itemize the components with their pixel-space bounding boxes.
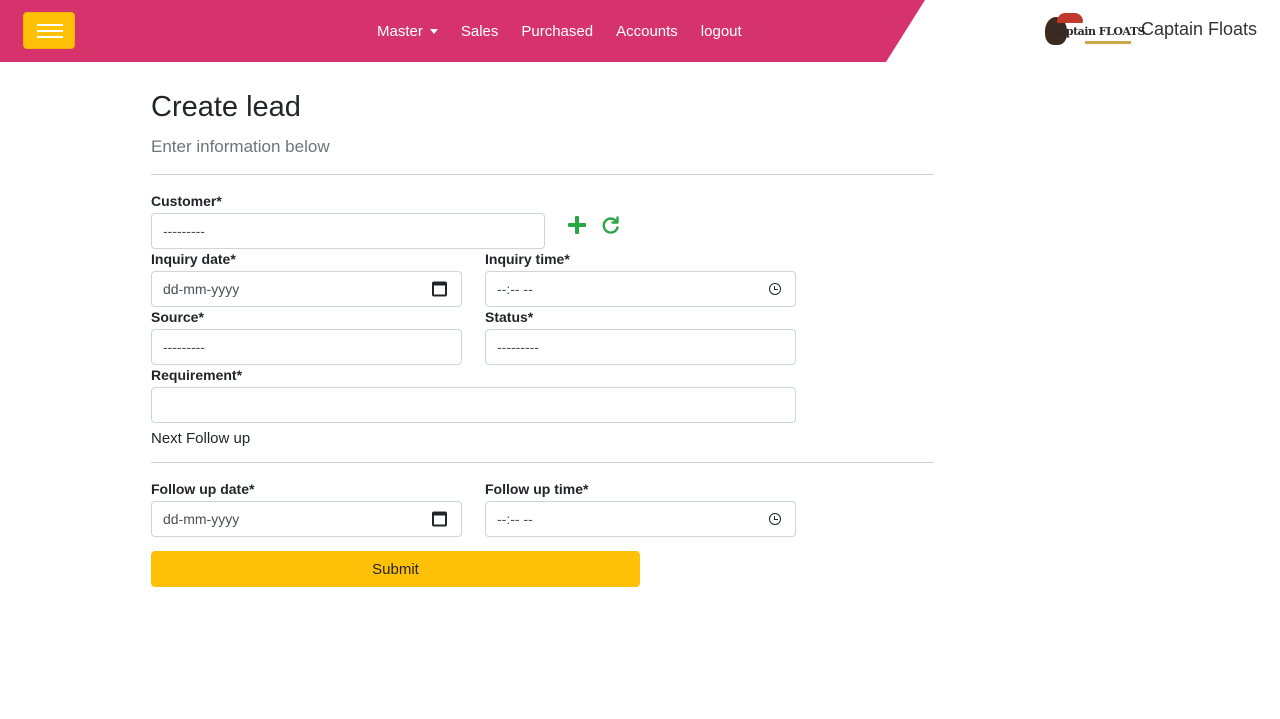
- inquiry-date-value: dd-mm-yyyy: [163, 281, 240, 297]
- nav-link-master-label: Master: [377, 22, 423, 40]
- clock-icon[interactable]: [769, 513, 781, 525]
- calendar-icon[interactable]: [432, 281, 447, 297]
- clock-icon[interactable]: [769, 283, 781, 295]
- divider: [151, 462, 934, 463]
- source-label: Source*: [151, 309, 204, 325]
- logo-text: Captain FLOATS: [1051, 25, 1145, 38]
- nav-link-accounts[interactable]: Accounts: [616, 23, 678, 40]
- inquiry-time-value: --:-- --: [497, 281, 533, 297]
- requirement-input[interactable]: [151, 387, 796, 423]
- hamburger-icon-bar: [37, 30, 63, 32]
- nav-links: Master Sales Purchased Accounts logout: [377, 0, 765, 62]
- hamburger-icon-bar: [37, 36, 63, 38]
- caret-down-icon: [429, 28, 438, 34]
- follow-up-time-label: Follow up time*: [485, 481, 589, 497]
- inquiry-time-label: Inquiry time*: [485, 251, 570, 267]
- source-select-value: ---------: [163, 339, 205, 355]
- inquiry-date-label: Inquiry date*: [151, 251, 236, 267]
- status-label: Status*: [485, 309, 534, 325]
- follow-up-time-input[interactable]: --:-- --: [485, 501, 796, 537]
- logo-hat: [1057, 13, 1083, 23]
- page-subtitle: Enter information below: [151, 137, 330, 156]
- divider: [151, 174, 934, 175]
- next-follow-up-heading: Next Follow up: [151, 430, 251, 447]
- brand[interactable]: Captain FLOATS Captain Floats: [1043, 12, 1257, 52]
- requirement-label: Requirement*: [151, 367, 243, 383]
- add-customer-plus-icon[interactable]: [567, 215, 587, 235]
- follow-up-date-label: Follow up date*: [151, 481, 255, 497]
- follow-up-date-value: dd-mm-yyyy: [163, 511, 240, 527]
- status-select[interactable]: ---------: [485, 329, 796, 365]
- calendar-icon[interactable]: [432, 511, 447, 527]
- brand-logo: Captain FLOATS: [1043, 13, 1145, 51]
- follow-up-time-value: --:-- --: [497, 511, 533, 527]
- brand-name: Captain Floats: [1141, 18, 1258, 39]
- nav-link-sales[interactable]: Sales: [461, 23, 499, 40]
- nav-link-logout[interactable]: logout: [701, 23, 742, 40]
- submit-button[interactable]: Submit: [151, 551, 640, 587]
- inquiry-time-input[interactable]: --:-- --: [485, 271, 796, 307]
- refresh-icon[interactable]: [601, 215, 621, 235]
- page-header: Create lead Enter information below: [151, 88, 934, 158]
- inquiry-date-input[interactable]: dd-mm-yyyy: [151, 271, 462, 307]
- top-navbar: Master Sales Purchased Accounts logout C…: [0, 0, 1280, 62]
- customer-select[interactable]: ---------: [151, 213, 545, 249]
- menu-toggle-button[interactable]: [23, 12, 75, 49]
- nav-link-master[interactable]: Master: [377, 23, 438, 40]
- logo-underline: [1085, 41, 1131, 44]
- customer-select-value: ---------: [163, 223, 205, 239]
- source-select[interactable]: ---------: [151, 329, 462, 365]
- follow-up-date-input[interactable]: dd-mm-yyyy: [151, 501, 462, 537]
- status-select-value: ---------: [497, 339, 539, 355]
- customer-label: Customer*: [151, 193, 222, 209]
- nav-link-purchased[interactable]: Purchased: [521, 23, 593, 40]
- hamburger-icon: [37, 24, 63, 26]
- page-title: Create lead: [151, 91, 301, 123]
